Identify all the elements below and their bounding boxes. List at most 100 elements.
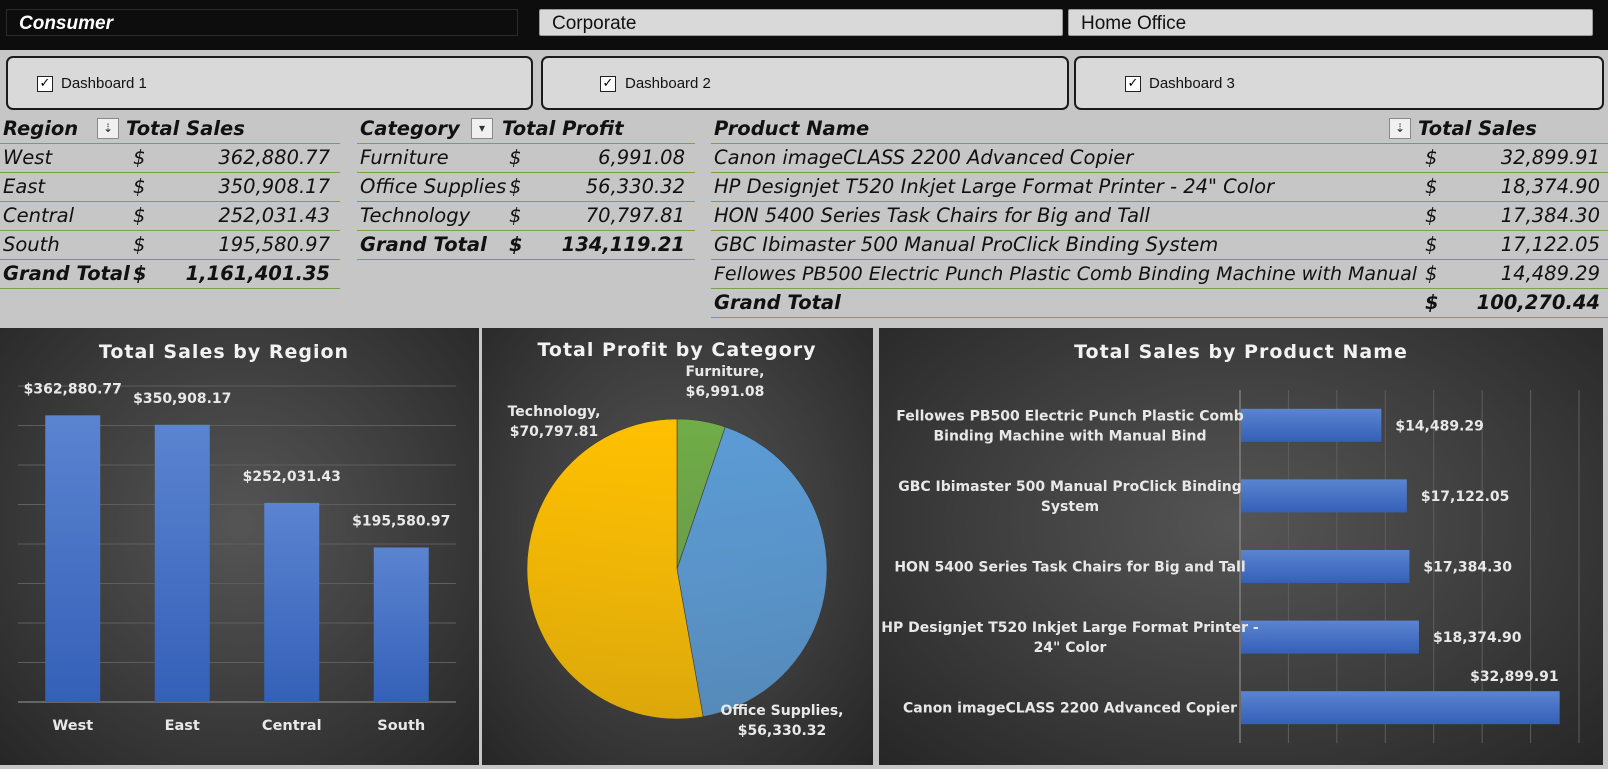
pie-slice[interactable]: [526, 418, 704, 720]
bar[interactable]: [373, 547, 429, 702]
category-label: Canon imageCLASS 2200 Advanced Copier: [903, 701, 1237, 717]
bar[interactable]: [1241, 620, 1419, 654]
data-label: $18,374.90: [1433, 630, 1522, 646]
checkmark-icon[interactable]: ✓: [37, 76, 53, 92]
bar[interactable]: [1241, 479, 1407, 513]
bar[interactable]: [45, 415, 101, 702]
row-currency: $: [1425, 204, 1438, 227]
chart-title: Total Profit by Category: [537, 339, 816, 361]
row-value: 6,991.08: [598, 146, 685, 169]
table-header: Category ▾ Total Profit: [357, 115, 695, 144]
category-label: HON 5400 Series Task Chairs for Big and …: [894, 560, 1245, 576]
row-currency: $: [133, 204, 146, 227]
data-label: $17,384.30: [1423, 560, 1512, 576]
row-currency: $: [509, 146, 522, 169]
row-currency: $: [1425, 233, 1438, 256]
bar[interactable]: [1241, 550, 1410, 583]
row-value: 32,899.91: [1500, 146, 1600, 169]
row-label: East: [3, 175, 46, 198]
segment-slicer: Consumer Corporate Home Office: [0, 0, 1608, 50]
grand-total-row: Grand Total $ 1,161,401.35: [0, 260, 340, 289]
sales-by-region-svg: Total Sales by Region $362,880.77 West $35…: [18, 341, 456, 734]
row-value: 362,880.77: [218, 146, 330, 169]
total-sales-header: Total Sales: [1418, 117, 1537, 140]
dashboard-3-label[interactable]: Dashboard 3: [1149, 75, 1235, 92]
category-label: HP Designjet T520 Inkjet Large Format Pr…: [881, 620, 1259, 656]
table-row: Furniture $ 6,991.08: [357, 144, 695, 173]
category-label: South: [377, 718, 425, 734]
row-currency: $: [133, 262, 147, 285]
data-label: $252,031.43: [243, 469, 341, 485]
filter-sort-icon[interactable]: ⇣: [1389, 118, 1411, 139]
bar[interactable]: [264, 502, 320, 702]
table-header: Product Name ⇣ Total Sales: [711, 115, 1608, 144]
row-label: Canon imageCLASS 2200 Advanced Copier: [714, 146, 1134, 169]
row-value: 100,270.44: [1476, 291, 1600, 314]
dashboard-1-label[interactable]: Dashboard 1: [61, 75, 147, 92]
table-row: GBC Ibimaster 500 Manual ProClick Bindin…: [711, 231, 1608, 260]
row-label: Grand Total: [714, 291, 841, 314]
category-label: GBC Ibimaster 500 Manual ProClick Bindin…: [898, 479, 1242, 515]
row-label: HON 5400 Series Task Chairs for Big and …: [714, 204, 1150, 227]
row-label: Fellowes PB500 Electric Punch Plastic Co…: [714, 263, 1418, 285]
row-label: South: [3, 233, 60, 256]
row-label: Grand Total: [3, 262, 130, 285]
table-row: South $ 195,580.97: [0, 231, 340, 260]
table-row: Fellowes PB500 Electric Punch Plastic Co…: [711, 260, 1608, 289]
dropdown-arrow-icon[interactable]: ▾: [471, 118, 493, 139]
table-row: Office Supplies $ 56,330.32: [357, 173, 695, 202]
data-label: $17,122.05: [1421, 489, 1510, 505]
sales-by-product-svg: Total Sales by Product Name $14,489.29 Fe…: [881, 341, 1580, 743]
category-label: East: [165, 718, 200, 734]
row-value: 134,119.21: [561, 233, 685, 256]
row-currency: $: [1425, 291, 1439, 314]
data-label: $32,899.91: [1470, 669, 1559, 685]
grand-total-row: Grand Total $ 100,270.44: [711, 289, 1608, 318]
region-header: Region: [3, 117, 79, 140]
category-label: West: [52, 718, 93, 734]
row-currency: $: [509, 233, 523, 256]
row-label: West: [3, 146, 53, 169]
row-value: 195,580.97: [218, 233, 330, 256]
chart-title: Total Sales by Product Name: [1074, 341, 1408, 363]
table-row: Technology $ 70,797.81: [357, 202, 695, 231]
total-sales-header: Total Sales: [126, 117, 245, 140]
profit-by-category-svg: Total Profit by Category Furniture, $6,99…: [508, 339, 844, 739]
profit-by-category-chart[interactable]: Total Profit by Category Furniture, $6,99…: [482, 328, 873, 765]
row-value: 70,797.81: [585, 204, 685, 227]
segment-consumer-button[interactable]: Consumer: [6, 9, 518, 36]
row-currency: $: [1425, 175, 1438, 198]
data-label: Technology, $70,797.81: [508, 404, 601, 440]
row-value: 14,489.29: [1500, 262, 1600, 285]
dashboard-1-box: ✓ Dashboard 1: [6, 56, 533, 110]
sales-by-product-chart[interactable]: Total Sales by Product Name $14,489.29 Fe…: [879, 328, 1603, 765]
dashboard-2-label[interactable]: Dashboard 2: [625, 75, 711, 92]
segment-home-office-button[interactable]: Home Office: [1068, 9, 1593, 36]
row-currency: $: [133, 146, 146, 169]
chart-title: Total Sales by Region: [99, 341, 349, 363]
row-currency: $: [509, 204, 522, 227]
row-currency: $: [509, 175, 522, 198]
row-currency: $: [133, 233, 146, 256]
data-label: $14,489.29: [1395, 418, 1484, 434]
sales-by-region-chart[interactable]: Total Sales by Region $362,880.77 West $35…: [0, 328, 479, 765]
checkmark-icon[interactable]: ✓: [1125, 76, 1141, 92]
row-label: Central: [3, 204, 75, 227]
bar[interactable]: [1241, 408, 1382, 442]
bar[interactable]: [154, 424, 210, 702]
row-value: 1,161,401.35: [185, 262, 330, 285]
checkmark-icon[interactable]: ✓: [600, 76, 616, 92]
row-label: HP Designjet T520 Inkjet Large Format Pr…: [714, 175, 1275, 198]
segment-corporate-button[interactable]: Corporate: [539, 9, 1063, 36]
category-label: Central: [262, 718, 322, 734]
data-label: Office Supplies, $56,330.32: [720, 703, 843, 739]
row-value: 17,122.05: [1500, 233, 1600, 256]
table-row: East $ 350,908.17: [0, 173, 340, 202]
row-label: Office Supplies: [360, 175, 507, 198]
bar[interactable]: [1241, 691, 1560, 725]
sort-descending-icon[interactable]: ⇣: [97, 118, 119, 139]
data-label: $195,580.97: [352, 513, 450, 529]
table-row: HP Designjet T520 Inkjet Large Format Pr…: [711, 173, 1608, 202]
dashboard-3-box: ✓ Dashboard 3: [1074, 56, 1604, 110]
row-value: 56,330.32: [585, 175, 685, 198]
